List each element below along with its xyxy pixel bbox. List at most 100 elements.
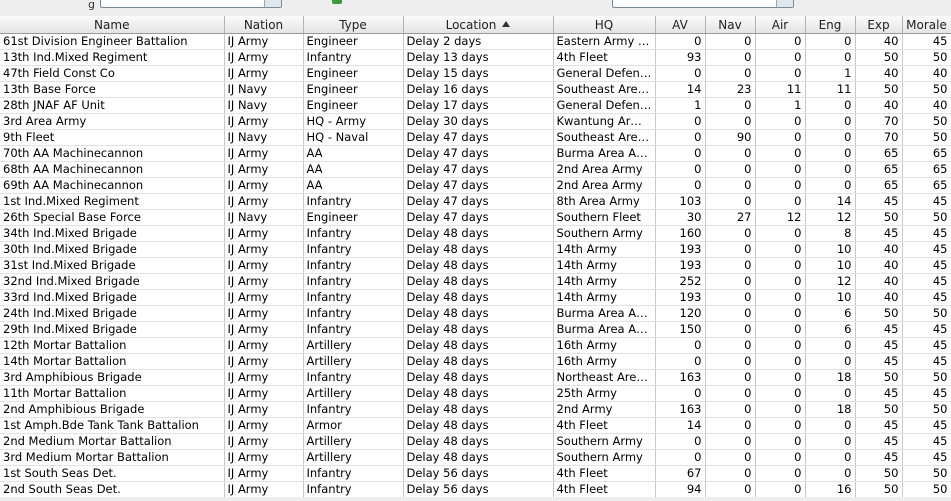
table-row[interactable]: 3rd Medium Mortar Battalion IJ Army Artill… bbox=[0, 449, 951, 466]
cell-nation: IJ Army bbox=[224, 145, 304, 162]
cell-av: 150 bbox=[655, 321, 706, 338]
cell-name: 28th JNAF AF Unit bbox=[0, 97, 225, 114]
cell-hq: 2nd Area Army bbox=[553, 177, 656, 194]
table-row[interactable]: 47th Field Const Co IJ Army Engineer Delay … bbox=[0, 65, 951, 82]
cell-morale: 50 bbox=[902, 369, 951, 386]
table-row[interactable]: 30th Ind.Mixed Brigade IJ Army Infantry Del… bbox=[0, 241, 951, 258]
table-row[interactable]: 61st Division Engineer Battalion IJ Army E… bbox=[0, 33, 951, 50]
table-row[interactable]: 32nd Ind.Mixed Brigade IJ Army Infantry Del… bbox=[0, 273, 951, 290]
column-header-type[interactable]: Type bbox=[303, 16, 404, 34]
cell-hq: 14th Army bbox=[553, 289, 656, 306]
cell-air: 0 bbox=[755, 49, 806, 66]
table-row[interactable]: 3rd Area Army IJ Army HQ - Army Delay 30 da… bbox=[0, 113, 951, 130]
cell-exp: 50 bbox=[855, 465, 903, 482]
cell-name: 33rd Ind.Mixed Brigade bbox=[0, 289, 225, 306]
cell-nation: IJ Army bbox=[224, 401, 304, 418]
column-header-eng[interactable]: Eng bbox=[805, 16, 856, 34]
cell-eng: 1 bbox=[805, 65, 856, 82]
column-header-hq[interactable]: HQ bbox=[553, 16, 656, 34]
chevron-down-icon[interactable] bbox=[264, 0, 281, 7]
cell-nav: 0 bbox=[705, 257, 756, 274]
column-header-nav[interactable]: Nav bbox=[705, 16, 756, 34]
column-header-label: Eng bbox=[818, 17, 842, 32]
table-row[interactable]: 9th Fleet IJ Navy HQ - Naval Delay 47 days S… bbox=[0, 129, 951, 146]
table-row[interactable]: 12th Mortar Battalion IJ Army Artillery Del… bbox=[0, 337, 951, 354]
cell-air: 0 bbox=[755, 113, 806, 130]
table-row[interactable]: 33rd Ind.Mixed Brigade IJ Army Infantry Del… bbox=[0, 289, 951, 306]
cell-eng: 0 bbox=[805, 49, 856, 66]
cell-exp: 40 bbox=[855, 65, 903, 82]
cell-air: 0 bbox=[755, 401, 806, 418]
table-row[interactable]: 26th Special Base Force IJ Navy Engineer De… bbox=[0, 209, 951, 226]
table-header: Name Nation Type Location HQ AV Nav Air Eng Exp Mo… bbox=[0, 16, 951, 34]
cell-type: Infantry bbox=[303, 257, 404, 274]
sort-ascending-icon bbox=[502, 20, 511, 27]
table-row[interactable]: 1st Ind.Mixed Regiment IJ Army Infantry Del… bbox=[0, 193, 951, 210]
cell-eng: 0 bbox=[805, 449, 856, 466]
cell-nation: IJ Army bbox=[224, 433, 304, 450]
cell-av: 193 bbox=[655, 289, 706, 306]
column-header-av[interactable]: AV bbox=[655, 16, 706, 34]
cell-location: Delay 56 days bbox=[403, 481, 554, 498]
table-row[interactable]: 3rd Amphibious Brigade IJ Army Infantry Del… bbox=[0, 369, 951, 386]
table-row[interactable]: 13th Ind.Mixed Regiment IJ Army Infantry De… bbox=[0, 49, 951, 66]
cell-hq: 4th Fleet bbox=[553, 465, 656, 482]
column-header-location[interactable]: Location bbox=[403, 16, 554, 34]
table-row[interactable]: 24th Ind.Mixed Brigade IJ Army Infantry Del… bbox=[0, 305, 951, 322]
table-row[interactable]: 14th Mortar Battalion IJ Army Artillery Del… bbox=[0, 353, 951, 370]
cell-air: 0 bbox=[755, 161, 806, 178]
horizontal-scrollbar[interactable] bbox=[0, 497, 951, 501]
cell-name: 30th Ind.Mixed Brigade bbox=[0, 241, 225, 258]
cell-type: Infantry bbox=[303, 321, 404, 338]
table-row[interactable]: 11th Mortar Battalion IJ Army Artillery Del… bbox=[0, 385, 951, 402]
table-row[interactable]: 68th AA Machinecannon IJ Army AA Delay 47 d… bbox=[0, 161, 951, 178]
cell-type: HQ - Army bbox=[303, 113, 404, 130]
cell-nav: 0 bbox=[705, 65, 756, 82]
column-header-name[interactable]: Name bbox=[0, 16, 225, 34]
cell-exp: 45 bbox=[855, 449, 903, 466]
table-row[interactable]: 29th Ind.Mixed Brigade IJ Army Infantry Del… bbox=[0, 321, 951, 338]
cell-name: 26th Special Base Force bbox=[0, 209, 225, 226]
column-header-morale[interactable]: Morale bbox=[902, 16, 951, 34]
column-header-nation[interactable]: Nation bbox=[224, 16, 304, 34]
cell-eng: 10 bbox=[805, 257, 856, 274]
column-header-exp[interactable]: Exp bbox=[855, 16, 903, 34]
cell-morale: 50 bbox=[902, 81, 951, 98]
table-row[interactable]: 70th AA Machinecannon IJ Army AA Delay 47 d… bbox=[0, 145, 951, 162]
cell-nav: 0 bbox=[705, 401, 756, 418]
table-row[interactable]: 28th JNAF AF Unit IJ Navy Engineer Delay 17… bbox=[0, 97, 951, 114]
cell-nation: IJ Army bbox=[224, 161, 304, 178]
table-row[interactable]: 2nd Medium Mortar Battalion IJ Army Artill… bbox=[0, 433, 951, 450]
cell-av: 30 bbox=[655, 209, 706, 226]
cell-nation: IJ Army bbox=[224, 337, 304, 354]
cell-morale: 45 bbox=[902, 385, 951, 402]
table-row[interactable]: 34th Ind.Mixed Brigade IJ Army Infantry Del… bbox=[0, 225, 951, 242]
cell-eng: 6 bbox=[805, 321, 856, 338]
table-row[interactable]: 2nd South Seas Det. IJ Army Infantry Delay … bbox=[0, 481, 951, 498]
cell-morale: 50 bbox=[902, 129, 951, 146]
cell-nav: 0 bbox=[705, 49, 756, 66]
table-row[interactable]: 1st Amph.Bde Tank Tank Battalion IJ Army A… bbox=[0, 417, 951, 434]
cell-air: 0 bbox=[755, 449, 806, 466]
cell-nav: 0 bbox=[705, 417, 756, 434]
filter-combo-1[interactable] bbox=[100, 0, 282, 8]
chevron-down-icon[interactable] bbox=[776, 0, 793, 7]
filter-combo-2[interactable] bbox=[612, 0, 794, 8]
column-header-air[interactable]: Air bbox=[755, 16, 806, 34]
table-row[interactable]: 1st South Seas Det. IJ Army Infantry Delay … bbox=[0, 465, 951, 482]
cell-av: 103 bbox=[655, 193, 706, 210]
cell-morale: 45 bbox=[902, 321, 951, 338]
cell-location: Delay 48 days bbox=[403, 369, 554, 386]
cell-morale: 45 bbox=[902, 433, 951, 450]
refresh-icon[interactable] bbox=[332, 0, 342, 4]
cell-location: Delay 48 days bbox=[403, 273, 554, 290]
cell-morale: 45 bbox=[902, 353, 951, 370]
cell-name: 12th Mortar Battalion bbox=[0, 337, 225, 354]
table-row[interactable]: 31st Ind.Mixed Brigade IJ Army Infantry Del… bbox=[0, 257, 951, 274]
table-row[interactable]: 69th AA Machinecannon IJ Army AA Delay 47 d… bbox=[0, 177, 951, 194]
cell-hq: Burma Area Army bbox=[553, 305, 656, 322]
cell-eng: 16 bbox=[805, 481, 856, 498]
cell-name: 3rd Medium Mortar Battalion bbox=[0, 449, 225, 466]
table-row[interactable]: 2nd Amphibious Brigade IJ Army Infantry Del… bbox=[0, 401, 951, 418]
table-row[interactable]: 13th Base Force IJ Navy Engineer Delay 16 d… bbox=[0, 81, 951, 98]
